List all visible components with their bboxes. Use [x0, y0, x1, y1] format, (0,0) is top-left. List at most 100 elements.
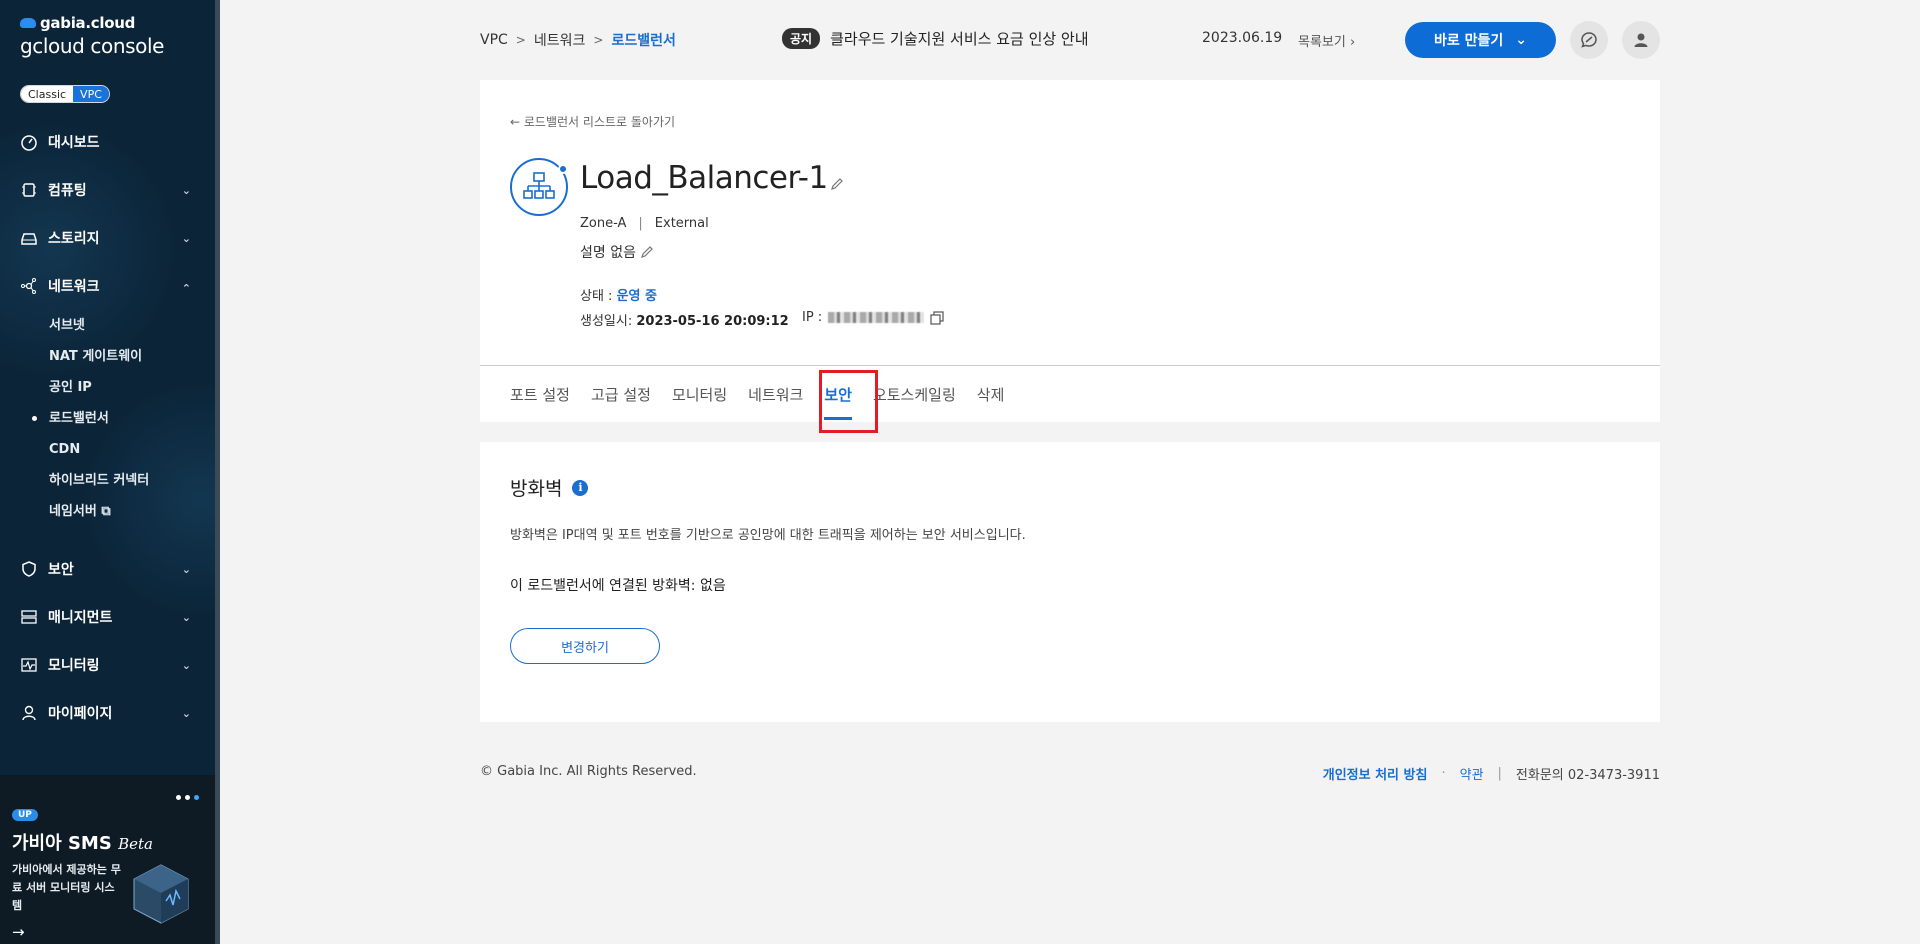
- sidebar-item-load-balancer[interactable]: 로드밸런서: [32, 403, 215, 434]
- tab-network[interactable]: 네트워크: [748, 384, 803, 416]
- sidebar-item-security[interactable]: 보안 ⌄: [0, 545, 215, 593]
- storage-icon: [21, 233, 37, 245]
- tab-autoscaling[interactable]: 오토스케일링: [873, 384, 956, 416]
- separator: |: [1497, 766, 1502, 781]
- detail-tabs: 포트 설정 고급 설정 모니터링 네트워크 보안 오토스케일링 삭제: [510, 384, 1025, 420]
- terms-link[interactable]: 약관: [1460, 764, 1484, 783]
- chevron-up-icon: ⌃: [181, 282, 191, 295]
- divider: [480, 365, 1660, 366]
- description-value: 설명 없음: [580, 245, 636, 261]
- classic-vpc-toggle[interactable]: Classic VPC: [20, 85, 110, 103]
- breadcrumb: VPC > 네트워크 > 로드밸런서: [480, 30, 676, 50]
- breadcrumb-vpc[interactable]: VPC: [480, 32, 508, 48]
- notice-badge: 공지: [782, 28, 821, 49]
- sidebar-item-nat[interactable]: NAT 게이트웨이: [49, 341, 215, 372]
- linked-firewall: 이 로드밸런서에 연결된 방화벽: 없음: [510, 578, 726, 594]
- logo[interactable]: gabia.cloud gcloud console: [20, 14, 164, 58]
- tab-monitoring[interactable]: 모니터링: [672, 384, 727, 416]
- firewall-title: 방화벽 i: [510, 474, 589, 501]
- sidebar-item-hybrid-connector[interactable]: 하이브리드 커넥터: [49, 465, 215, 496]
- chat-bubble-icon: [1581, 32, 1597, 48]
- chevron-down-icon: ⌄: [181, 611, 191, 624]
- sidebar-item-storage[interactable]: 스토리지 ⌄: [0, 214, 215, 262]
- load-balancer-detail-card: ← 로드밸런서 리스트로 돌아가기 Load_Balancer-1 Zone-A…: [480, 80, 1660, 422]
- edit-description-pencil-icon[interactable]: [640, 245, 654, 259]
- sidebar-item-public-ip[interactable]: 공인 IP: [49, 372, 215, 403]
- privacy-policy-link[interactable]: 개인정보 처리 방침: [1323, 764, 1428, 783]
- breadcrumb-network[interactable]: 네트워크: [534, 30, 586, 50]
- sidebar-item-network[interactable]: 네트워크 ⌃: [0, 262, 215, 310]
- promo-banner[interactable]: UP 가비아 SMS Beta 가비아에서 제공하는 무료 서버 모니터링 시스…: [0, 775, 215, 944]
- notice-more-link[interactable]: 목록보기 ›: [1298, 31, 1355, 50]
- sidebar-item-computing[interactable]: 컴퓨팅 ⌄: [0, 166, 215, 214]
- arrow-left-icon: ←: [510, 115, 521, 129]
- sidebar-item-management[interactable]: 매니지먼트 ⌄: [0, 593, 215, 641]
- promo-description: 가비아에서 제공하는 무료 서버 모니터링 시스템: [12, 863, 121, 912]
- quick-create-button[interactable]: 바로 만들기 ⌄: [1405, 22, 1556, 58]
- monitoring-icon: [21, 658, 37, 672]
- notice-text[interactable]: 클라우드 기술지원 서비스 요금 인상 안내: [830, 28, 1088, 49]
- toggle-classic[interactable]: Classic: [21, 86, 74, 102]
- carousel-dots[interactable]: [176, 795, 199, 800]
- user-icon: [1634, 33, 1648, 47]
- chevron-down-icon: ⌄: [181, 563, 191, 576]
- feedback-button[interactable]: [1570, 21, 1608, 59]
- sidebar-item-nameserver[interactable]: 네임서버 ⧉: [49, 496, 215, 527]
- ip-label: IP :: [802, 310, 823, 325]
- separator: ·: [1441, 766, 1446, 781]
- sidebar-item-label: 네임서버: [49, 504, 97, 519]
- chevron-down-icon: ⌄: [181, 659, 191, 672]
- promo-title: 가비아 SMS Beta: [12, 833, 153, 854]
- chevron-down-icon: ⌄: [181, 707, 191, 720]
- server-cube-icon: [130, 861, 192, 931]
- toggle-vpc[interactable]: VPC: [73, 86, 109, 102]
- load-balancer-icon: [510, 158, 568, 216]
- chip-icon: [22, 183, 36, 197]
- copy-icon[interactable]: [930, 310, 944, 325]
- back-to-list-link[interactable]: ← 로드밸런서 리스트로 돌아가기: [510, 113, 675, 130]
- sidebar-item-label: 매니지먼트: [48, 610, 113, 626]
- info-icon[interactable]: i: [572, 479, 589, 496]
- created-value: 2023-05-16 20:09:12: [636, 314, 789, 329]
- user-menu-button[interactable]: [1622, 21, 1660, 59]
- description-row: 설명 없음: [580, 242, 654, 262]
- change-firewall-button[interactable]: 변경하기: [510, 628, 660, 664]
- sidebar-item-label: 스토리지: [48, 231, 100, 247]
- chevron-down-icon: ⌄: [181, 184, 191, 197]
- sidebar-item-label: 보안: [48, 562, 74, 578]
- sidebar-item-label: 컴퓨팅: [48, 183, 87, 199]
- sidebar-item-label: 모니터링: [48, 658, 100, 674]
- sidebar: gabia.cloud gcloud console Classic VPC 대…: [0, 0, 220, 944]
- network-submenu: 서브넷 NAT 게이트웨이 공인 IP 로드밸런서 CDN 하이브리드 커넥터 …: [0, 310, 215, 527]
- edit-name-pencil-icon[interactable]: [830, 176, 844, 195]
- arrow-right-icon[interactable]: →: [12, 923, 25, 941]
- load-balancer-name: Load_Balancer-1: [580, 160, 828, 196]
- created-row: 생성일시: 2023-05-16 20:09:12: [580, 310, 789, 329]
- notice-date: 2023.06.19: [1202, 30, 1283, 46]
- tab-advanced-settings[interactable]: 고급 설정: [591, 384, 651, 416]
- dashboard-icon: [21, 135, 37, 151]
- phone-contact: 전화문의 02-3473-3911: [1515, 768, 1660, 783]
- tab-delete[interactable]: 삭제: [977, 384, 1005, 416]
- chevron-down-icon: ⌄: [181, 232, 191, 245]
- user-icon: [22, 705, 36, 721]
- network-icon: [21, 278, 36, 294]
- breadcrumb-separator-icon: >: [515, 33, 526, 47]
- sidebar-item-monitoring[interactable]: 모니터링 ⌄: [0, 641, 215, 689]
- chevron-down-icon: ⌄: [1515, 32, 1527, 48]
- cloud-logo-icon: [20, 18, 36, 28]
- sidebar-item-cdn[interactable]: CDN: [49, 434, 215, 465]
- zone-value: Zone-A: [580, 216, 627, 231]
- tab-port-settings[interactable]: 포트 설정: [510, 384, 570, 416]
- sidebar-item-mypage[interactable]: 마이페이지 ⌄: [0, 689, 215, 737]
- sidebar-item-label: 마이페이지: [48, 706, 113, 722]
- notice-bar[interactable]: 공지 클라우드 기술지원 서비스 요금 인상 안내: [782, 28, 1089, 49]
- sidebar-item-dashboard[interactable]: 대시보드: [0, 118, 215, 166]
- shield-icon: [22, 561, 36, 577]
- copyright: © Gabia Inc. All Rights Reserved.: [480, 764, 697, 779]
- active-tab-highlight-box: [819, 370, 878, 433]
- ip-value-redacted: [828, 312, 925, 323]
- chevron-right-icon: ›: [1349, 35, 1356, 50]
- type-value: External: [654, 216, 709, 231]
- sidebar-item-subnet[interactable]: 서브넷: [49, 310, 215, 341]
